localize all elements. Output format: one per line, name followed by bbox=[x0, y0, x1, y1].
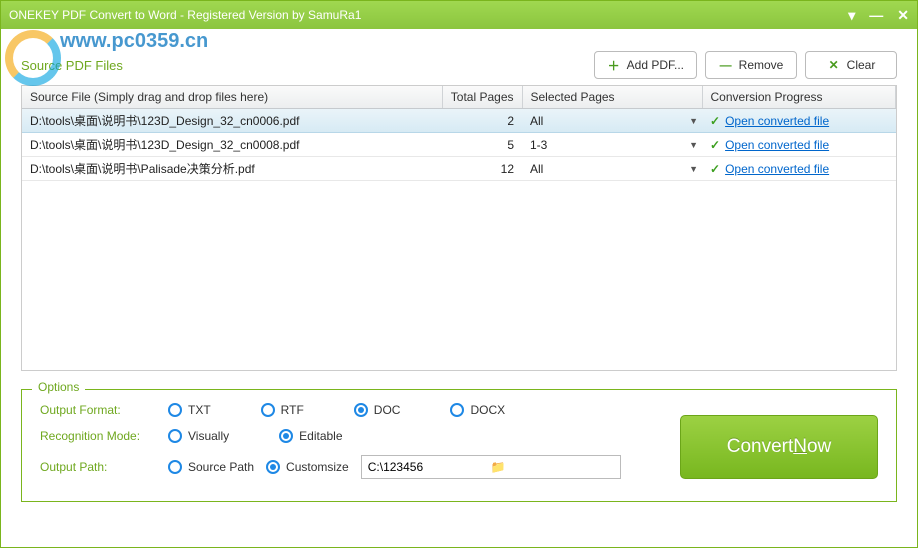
minimize-icon[interactable]: — bbox=[869, 7, 883, 23]
radio-doc[interactable]: DOC bbox=[354, 403, 401, 417]
output-format-label: Output Format: bbox=[40, 403, 168, 417]
clear-button[interactable]: ✕ Clear bbox=[805, 51, 897, 79]
window-controls: ▾ — ✕ bbox=[848, 7, 909, 24]
convert-now-button[interactable]: Convert Now bbox=[680, 415, 878, 479]
dropdown-icon[interactable]: ▾ bbox=[848, 7, 855, 24]
check-icon: ✓ bbox=[710, 138, 720, 152]
output-path-label: Output Path: bbox=[40, 460, 168, 474]
radio-source-path[interactable]: Source Path bbox=[168, 460, 254, 474]
cell-source: D:\tools\桌面\说明书\123D_Design_32_cn0006.pd… bbox=[22, 109, 442, 133]
path-input[interactable]: C:\123456 📁 bbox=[361, 455, 621, 479]
cell-selected[interactable]: 1-3▼ bbox=[522, 133, 702, 157]
cell-progress: ✓ Open converted file bbox=[702, 133, 896, 157]
radio-visually[interactable]: Visually bbox=[168, 429, 229, 443]
chevron-down-icon[interactable]: ▼ bbox=[689, 164, 698, 174]
recognition-mode-row: Recognition Mode: Visually Editable bbox=[40, 429, 650, 443]
cell-selected[interactable]: All▼ bbox=[522, 109, 702, 133]
mode-radio-group: Visually Editable bbox=[168, 429, 343, 443]
open-converted-link[interactable]: Open converted file bbox=[725, 138, 829, 152]
close-icon[interactable]: ✕ bbox=[897, 7, 909, 24]
cell-total: 12 bbox=[442, 157, 522, 181]
folder-icon[interactable]: 📁 bbox=[491, 460, 614, 474]
clear-label: Clear bbox=[847, 58, 876, 72]
output-path-row: Output Path: Source Path Customsize C:\1… bbox=[40, 455, 650, 479]
check-icon: ✓ bbox=[710, 114, 720, 128]
cell-total: 5 bbox=[442, 133, 522, 157]
plus-icon: ＋ bbox=[607, 58, 621, 72]
options-group: Options Output Format: TXT RTF DOC DOCX … bbox=[21, 389, 897, 502]
col-header-selected[interactable]: Selected Pages bbox=[522, 86, 702, 109]
radio-txt[interactable]: TXT bbox=[168, 403, 211, 417]
cell-progress: ✓ Open converted file bbox=[702, 109, 896, 133]
cell-total: 2 bbox=[442, 109, 522, 133]
clear-icon: ✕ bbox=[827, 58, 841, 72]
chevron-down-icon[interactable]: ▼ bbox=[689, 116, 698, 126]
table-row[interactable]: D:\tools\桌面\说明书\Palisade决策分析.pdf 12 All▼… bbox=[22, 157, 896, 181]
file-table: Source File (Simply drag and drop files … bbox=[22, 86, 896, 181]
output-format-row: Output Format: TXT RTF DOC DOCX bbox=[40, 403, 650, 417]
format-radio-group: TXT RTF DOC DOCX bbox=[168, 403, 505, 417]
cell-selected[interactable]: All▼ bbox=[522, 157, 702, 181]
radio-custom-path[interactable]: Customsize bbox=[266, 460, 349, 474]
remove-label: Remove bbox=[739, 58, 784, 72]
radio-rtf[interactable]: RTF bbox=[261, 403, 304, 417]
cell-source: D:\tools\桌面\说明书\123D_Design_32_cn0008.pd… bbox=[22, 133, 442, 157]
chevron-down-icon[interactable]: ▼ bbox=[689, 140, 698, 150]
path-radio-group: Source Path Customsize C:\123456 📁 bbox=[168, 455, 621, 479]
table-row[interactable]: D:\tools\桌面\说明书\123D_Design_32_cn0006.pd… bbox=[22, 109, 896, 133]
open-converted-link[interactable]: Open converted file bbox=[725, 114, 829, 128]
col-header-source[interactable]: Source File (Simply drag and drop files … bbox=[22, 86, 442, 109]
check-icon: ✓ bbox=[710, 162, 720, 176]
remove-button[interactable]: — Remove bbox=[705, 51, 797, 79]
col-header-progress[interactable]: Conversion Progress bbox=[702, 86, 896, 109]
radio-docx[interactable]: DOCX bbox=[450, 403, 505, 417]
cell-source: D:\tools\桌面\说明书\Palisade决策分析.pdf bbox=[22, 157, 442, 181]
recognition-mode-label: Recognition Mode: bbox=[40, 429, 168, 443]
add-pdf-label: Add PDF... bbox=[627, 58, 684, 72]
file-table-wrapper: Source File (Simply drag and drop files … bbox=[21, 85, 897, 371]
options-legend: Options bbox=[32, 380, 85, 394]
titlebar: ONEKEY PDF Convert to Word - Registered … bbox=[1, 1, 917, 29]
section-title: Source PDF Files bbox=[21, 58, 594, 73]
table-row[interactable]: D:\tools\桌面\说明书\123D_Design_32_cn0008.pd… bbox=[22, 133, 896, 157]
col-header-total[interactable]: Total Pages bbox=[442, 86, 522, 109]
cell-progress: ✓ Open converted file bbox=[702, 157, 896, 181]
path-value: C:\123456 bbox=[368, 460, 491, 474]
file-toolbar: ＋ Add PDF... — Remove ✕ Clear bbox=[594, 51, 897, 79]
source-section-header: Source PDF Files ＋ Add PDF... — Remove ✕… bbox=[21, 51, 897, 79]
window-title: ONEKEY PDF Convert to Word - Registered … bbox=[9, 8, 848, 22]
minus-icon: — bbox=[719, 58, 733, 72]
add-pdf-button[interactable]: ＋ Add PDF... bbox=[594, 51, 697, 79]
radio-editable[interactable]: Editable bbox=[279, 429, 342, 443]
open-converted-link[interactable]: Open converted file bbox=[725, 162, 829, 176]
